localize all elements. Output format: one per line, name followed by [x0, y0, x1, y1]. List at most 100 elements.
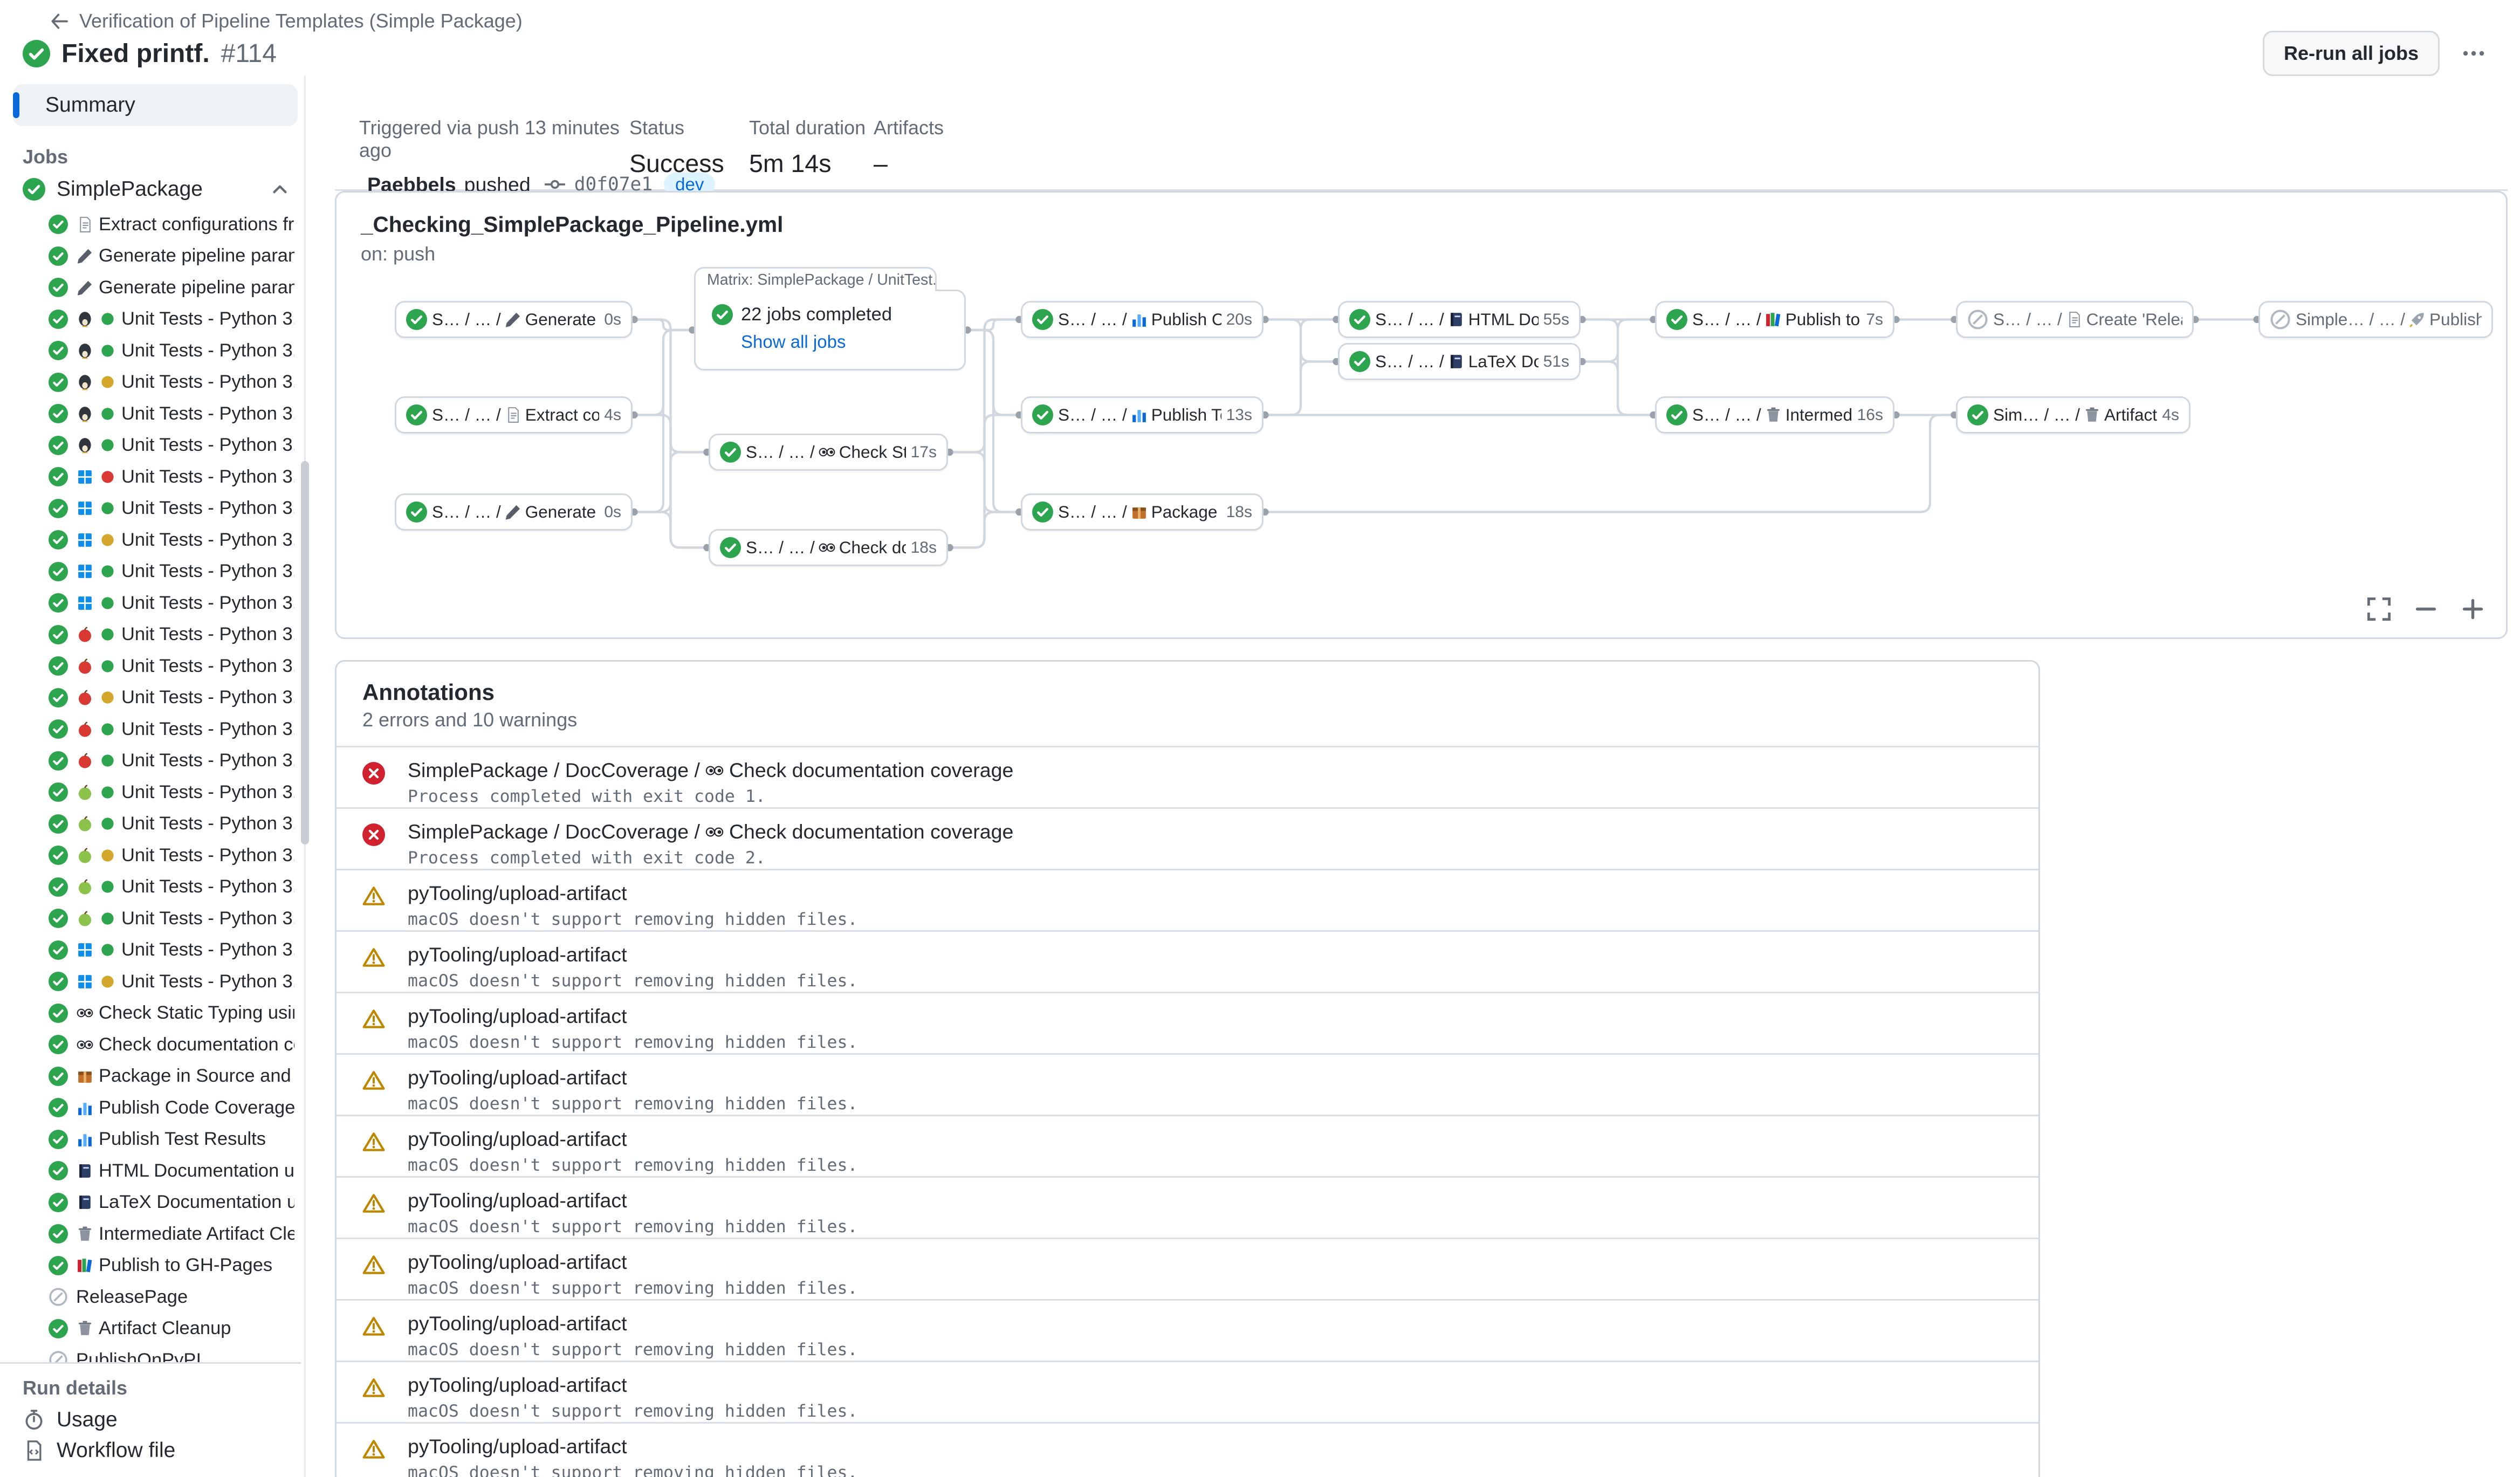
sidebar-job[interactable]: Unit Tests - Python 3.9 [0, 777, 311, 808]
graph-node-gp2[interactable]: S… / … / Generate pipelin…0s [395, 493, 633, 531]
annotation-title[interactable]: pyTooling/upload-artifact [408, 1435, 2013, 1458]
graph-node-htmlDoc[interactable]: S… / … / HTML Docume…55s [1338, 301, 1581, 338]
sidebar-job[interactable]: Unit Tests - Python 3.12 [0, 398, 311, 430]
artifacts-label: Artifacts [874, 116, 944, 139]
sidebar-job[interactable]: Unit Tests - Python 3.13 [0, 745, 311, 777]
matrix-unittests-group[interactable]: Matrix: SimplePackage / UnitTest... 22 j… [694, 290, 966, 370]
workflow-file-name: _Checking_SimplePackage_Pipeline.yml [361, 212, 783, 237]
annotation-title[interactable]: pyTooling/upload-artifact [408, 1128, 2013, 1151]
rerun-all-jobs-button[interactable]: Re-run all jobs [2263, 31, 2440, 76]
sidebar-job[interactable]: Artifact Cleanup [0, 1313, 311, 1345]
graph-node-artifactCleanup[interactable]: Sim… / … / Artifact Cleanup4s [1956, 396, 2191, 434]
fullscreen-button[interactable] [2365, 595, 2393, 623]
sidebar-job[interactable]: Unit Tests - Python 3.12 [0, 713, 311, 745]
annotation-title[interactable]: pyTooling/upload-artifact [408, 1005, 2013, 1028]
package-icon [76, 1067, 94, 1085]
sidebar-item-workflow-file[interactable]: Workflow file [0, 1435, 301, 1466]
notebook-icon [1447, 311, 1465, 328]
sidebar-job-label: Unit Tests - Python 3.10 [121, 340, 294, 361]
sidebar-job[interactable]: Unit Tests - Python 3.11 [0, 682, 311, 714]
sidebar-scrollbar-thumb[interactable] [301, 461, 309, 844]
zoom-out-button[interactable] [2412, 595, 2440, 623]
sidebar-job[interactable]: LaTeX Documentation using ... [0, 1187, 311, 1219]
graph-node-checkStatic[interactable]: S… / … / Check Static Ty…17s [709, 434, 948, 471]
sidebar-job-label: ReleasePage [76, 1287, 188, 1308]
sidebar-job-label: Intermediate Artifact Cleanup [99, 1224, 294, 1245]
zoom-in-button[interactable] [2459, 595, 2487, 623]
sidebar-job[interactable]: ReleasePage [0, 1281, 311, 1313]
sidebar-job[interactable]: Unit Tests - Python 3.9 [0, 461, 311, 493]
annotation-title[interactable]: pyTooling/upload-artifact [408, 1251, 2013, 1274]
kebab-menu-button[interactable] [2453, 32, 2495, 74]
graph-node-label: S… / … / Check docume… [746, 538, 906, 558]
page-icon [2065, 311, 2083, 328]
pencil-icon [76, 247, 94, 265]
sidebar-job-label: Unit Tests - Python 3.10 [121, 498, 294, 519]
graph-node-publishTest[interactable]: S… / … / Publish Test Re…13s [1021, 396, 1264, 434]
warning-icon [362, 946, 385, 969]
sidebar-job[interactable]: Publish Test Results [0, 1124, 311, 1156]
sidebar-job[interactable]: Unit Tests - Python 3.11 [0, 524, 311, 556]
sidebar-job[interactable]: Unit Tests - Python 3.12 [0, 935, 311, 966]
sidebar-item-usage[interactable]: Usage [0, 1404, 301, 1435]
graph-node-publishGH[interactable]: S… / … / Publish to GH-P…7s [1655, 301, 1894, 338]
annotation-row: pyTooling/upload-artifactmacOS doesn't s… [337, 1422, 2038, 1477]
sidebar-job[interactable]: Unit Tests - Python 3.9 [0, 304, 311, 335]
annotation-title[interactable]: pyTooling/upload-artifact [408, 1189, 2013, 1212]
sidebar-job[interactable]: Publish to GH-Pages [0, 1250, 311, 1282]
sidebar-job[interactable]: Unit Tests - Python 3.9 [0, 619, 311, 651]
show-all-jobs-link[interactable]: Show all jobs [696, 325, 964, 352]
chevron-up-icon[interactable] [269, 178, 291, 201]
sidebar-job[interactable]: Unit Tests - Python 3.10 [0, 808, 311, 840]
sidebar-job[interactable]: Check Static Typing using Pyt... [0, 998, 311, 1029]
sidebar-job[interactable]: Unit Tests - Python 3.10 [0, 650, 311, 682]
sidebar-job[interactable]: Generate pipeline parameters [0, 272, 311, 304]
warning-icon [362, 1131, 385, 1153]
notebook-icon [76, 1193, 94, 1211]
sidebar-workflow-group[interactable]: SimplePackage [0, 173, 311, 205]
sidebar-job[interactable]: Generate pipeline parameters [0, 241, 311, 272]
annotation-title[interactable]: pyTooling/upload-artifact [408, 1312, 2013, 1335]
sidebar-job[interactable]: Intermediate Artifact Cleanup [0, 1218, 311, 1250]
page-icon [504, 406, 522, 424]
sidebar-job[interactable]: Unit Tests - Python 3.13 [0, 430, 311, 462]
sidebar-job[interactable]: Unit Tests - Python 3.12 [0, 966, 311, 998]
sidebar-job[interactable]: Unit Tests - Python 3.12 [0, 556, 311, 588]
annotation-title[interactable]: pyTooling/upload-artifact [408, 882, 2013, 905]
graph-node-packageSou[interactable]: S… / … / Package in Sou…18s [1021, 493, 1264, 531]
graph-node-checkDoc[interactable]: S… / … / Check docume… 18s [709, 529, 948, 566]
sidebar-job[interactable]: HTML Documentation using ... [0, 1155, 311, 1187]
sidebar-job[interactable]: Unit Tests - Python 3.12 [0, 871, 311, 903]
annotation-title[interactable]: pyTooling/upload-artifact [408, 1066, 2013, 1089]
sidebar-job[interactable]: Unit Tests - Python 3.10 [0, 493, 311, 525]
sidebar-job[interactable]: Unit Tests - Python 3.11 [0, 840, 311, 871]
matrix-completed-row: 22 jobs completed [696, 291, 964, 325]
graph-node-publishPyPI[interactable]: Simple… / … / Publish to PyPI [2258, 301, 2493, 338]
apple-green-icon [76, 784, 94, 801]
graph-node-extract[interactable]: S… / … / Extract configur…4s [395, 396, 633, 434]
sidebar-job[interactable]: Unit Tests - Python 3.10 [0, 335, 311, 367]
graph-node-duration: 55s [1543, 311, 1569, 329]
sidebar-item-summary[interactable]: Summary [13, 84, 298, 126]
sidebar-job[interactable]: Check documentation covera... [0, 1029, 311, 1061]
annotation-title[interactable]: pyTooling/upload-artifact [408, 943, 2013, 966]
annotation-title[interactable]: pyTooling/upload-artifact [408, 1373, 2013, 1397]
graph-node-duration: 18s [911, 539, 937, 557]
sidebar-job-label: Unit Tests - Python 3.11 [121, 530, 294, 551]
sidebar-job[interactable]: Extract configurations from p... [0, 209, 311, 241]
graph-node-releasePage[interactable]: S… / … / Create 'Release Pa… [1956, 301, 2194, 338]
graph-node-intermediate[interactable]: S… / … / Intermediate A…16s [1655, 396, 1894, 434]
sidebar-job[interactable]: Unit Tests - Python 3.11 [0, 367, 311, 399]
annotation-title[interactable]: SimplePackage / DocCoverage / Check docu… [408, 759, 2013, 782]
books-icon [76, 1256, 94, 1274]
sidebar-job[interactable]: Package in Source and Wheel... [0, 1061, 311, 1093]
sidebar-job[interactable]: Unit Tests - Python 3.13 [0, 903, 311, 935]
graph-node-latexDoc[interactable]: S… / … / LaTeX Docume…51s [1338, 343, 1581, 380]
graph-node-duration: 0s [604, 503, 621, 521]
sidebar-job[interactable]: Publish Code Coverage Results [0, 1092, 311, 1124]
annotation-title[interactable]: SimplePackage / DocCoverage / Check docu… [408, 820, 2013, 843]
graph-node-publishCode[interactable]: S… / … / Publish Code C…20s [1021, 301, 1264, 338]
graph-node-gp1[interactable]: S… / … / Generate pipelin…0s [395, 301, 633, 338]
breadcrumb[interactable]: Verification of Pipeline Templates (Simp… [49, 10, 523, 32]
sidebar-job[interactable]: Unit Tests - Python 3.13 [0, 587, 311, 619]
